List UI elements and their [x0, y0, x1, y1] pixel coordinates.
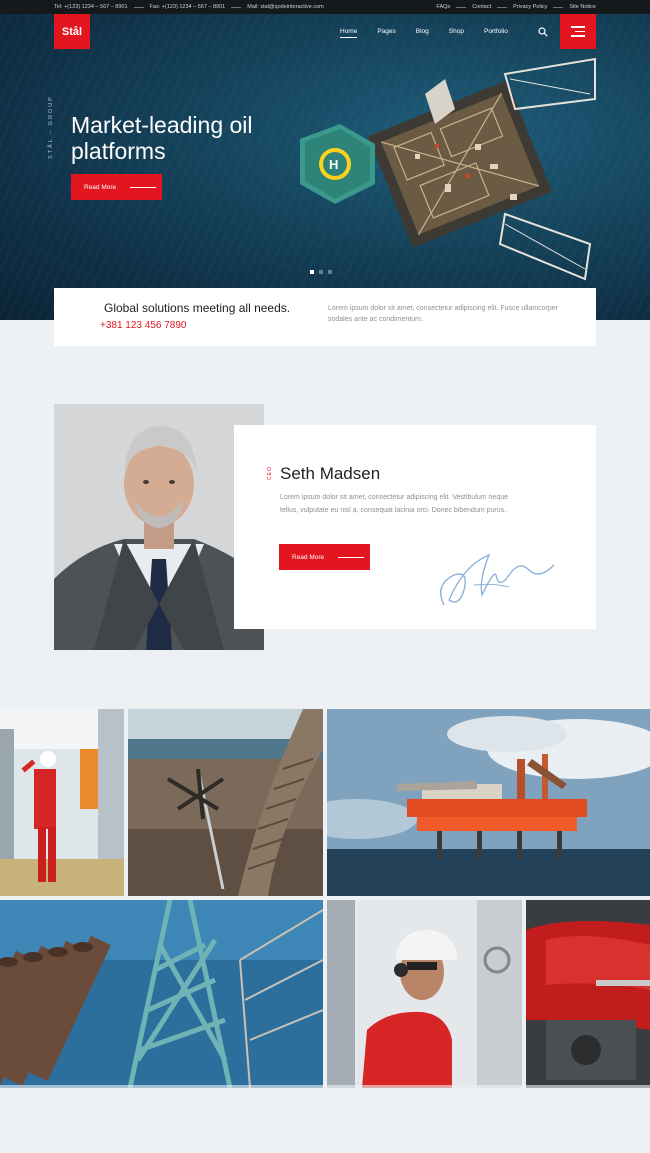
- profile-name: Seth Madsen: [280, 464, 381, 483]
- gallery-image-worker-valves[interactable]: [0, 709, 124, 896]
- hero-section: Stål Home Pages Blog Shop Portfolio STÅL…: [0, 14, 650, 320]
- menu-line: [571, 35, 585, 37]
- strip-phone[interactable]: +381 123 456 7890: [100, 320, 186, 331]
- info-strip: Global solutions meeting all needs. +381…: [54, 288, 596, 346]
- search-icon[interactable]: [538, 27, 548, 37]
- nav-portfolio[interactable]: Portfolio: [484, 28, 508, 38]
- topbar-link-faqs[interactable]: FAQs: [436, 4, 450, 10]
- divider: [456, 6, 467, 8]
- topbar-mail[interactable]: Mail: stal@qodeinteractive.com: [247, 4, 324, 10]
- hero-title: Market-leading oil platforms: [71, 112, 253, 164]
- button-line: [338, 556, 365, 558]
- strip-text: Lorem ipsum dolor sit amet, consectetur …: [328, 305, 558, 323]
- divider: [231, 6, 242, 8]
- divider: [553, 6, 564, 8]
- menu-line: [571, 26, 585, 28]
- slider-pagination: [310, 270, 332, 274]
- profile-text: Lorem ipsum dolor sit amet, consectetur …: [280, 494, 509, 514]
- nav-blog[interactable]: Blog: [416, 28, 429, 38]
- divider: [497, 6, 508, 8]
- profile-card: CEO Seth Madsen Lorem ipsum dolor sit am…: [234, 425, 596, 629]
- topbar-link-privacy[interactable]: Privacy Policy: [513, 4, 547, 10]
- gallery-image-ship-deck[interactable]: [128, 709, 323, 896]
- signature-image: [440, 553, 555, 606]
- gallery-image-derrick[interactable]: [0, 900, 323, 1088]
- gallery-image-worker-helmet[interactable]: [327, 900, 522, 1088]
- slide-dot-3[interactable]: [328, 270, 332, 274]
- gallery-image-worker-repair[interactable]: [526, 900, 650, 1088]
- button-line: [130, 186, 157, 188]
- footer-fade: [0, 1085, 650, 1153]
- topbar-tel: Tel: +(123) 1234 – 567 – 8901: [54, 4, 128, 10]
- nav-pages[interactable]: Pages: [377, 28, 395, 38]
- profile-vertical-label: CEO: [267, 466, 273, 480]
- ceo-portrait-image: [54, 404, 264, 650]
- gallery-image-offshore-rig[interactable]: [327, 709, 650, 896]
- nav-shop[interactable]: Shop: [449, 28, 464, 38]
- hamburger-menu-button[interactable]: [560, 14, 596, 49]
- divider: [133, 6, 144, 8]
- main-nav: Home Pages Blog Shop Portfolio: [340, 28, 508, 38]
- nav-home[interactable]: Home: [340, 28, 358, 38]
- svg-text:H: H: [329, 157, 338, 172]
- topbar-link-contact[interactable]: Contact: [472, 4, 491, 10]
- site-logo[interactable]: Stål: [54, 14, 90, 49]
- profile-button-label: Read More: [292, 553, 325, 561]
- slide-dot-2[interactable]: [319, 270, 323, 274]
- menu-line: [575, 30, 585, 33]
- strip-heading: Global solutions meeting all needs.: [104, 301, 291, 315]
- top-bar: Tel: +(123) 1234 – 567 – 8901 Fax: +(123…: [0, 0, 650, 14]
- profile-read-more-button[interactable]: Read More: [279, 544, 370, 570]
- hero-read-more-button[interactable]: Read More: [71, 174, 162, 200]
- hero-vertical-label: STÅL – GROUP: [48, 95, 54, 159]
- slide-dot-1[interactable]: [310, 270, 314, 274]
- topbar-fax: Fax: +(123) 1234 – 567 – 8901: [149, 4, 226, 10]
- topbar-link-site-notice[interactable]: Site Notice: [569, 4, 596, 10]
- oil-rig-aerial-image: H: [300, 57, 596, 281]
- hero-button-label: Read More: [84, 183, 117, 191]
